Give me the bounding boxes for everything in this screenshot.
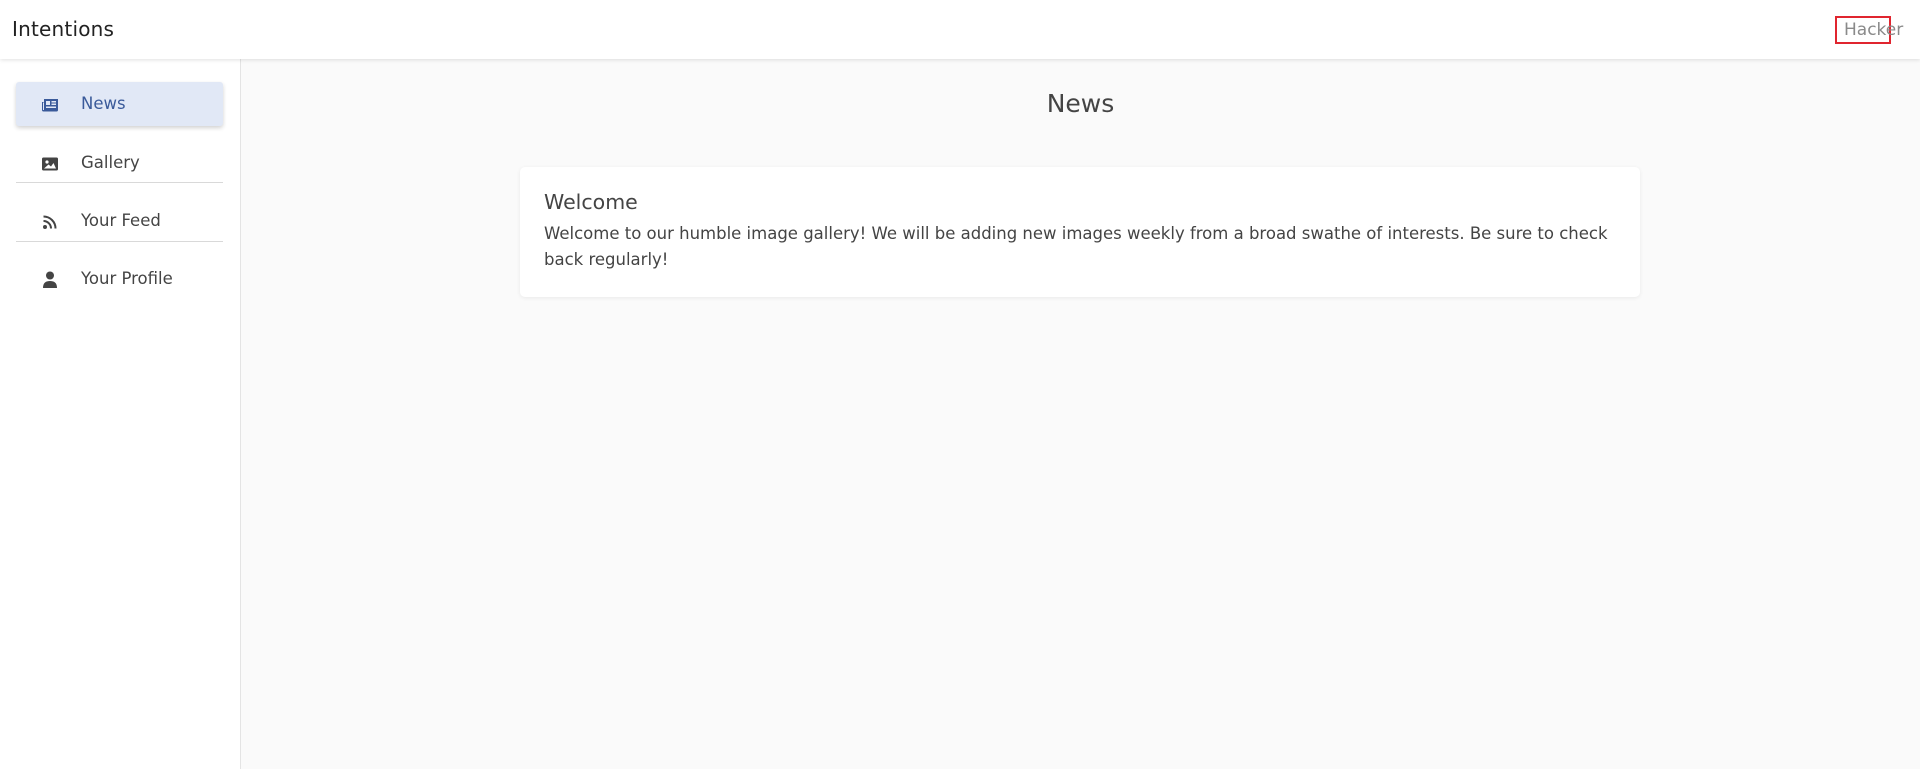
page-title: News [1046,89,1115,118]
newspaper-icon [41,96,59,114]
sidebar-item-label: Your Feed [81,211,161,230]
sidebar: News Gallery Your Feed Your Profile [0,59,241,769]
sidebar-divider [16,241,223,242]
sidebar-item-your-profile[interactable]: Your Profile [16,257,223,301]
top-bar: Intentions Hacker [0,0,1920,59]
sidebar-item-gallery[interactable]: Gallery [16,141,223,185]
news-card-body: Welcome to our humble image gallery! We … [544,224,1608,269]
sidebar-item-label: Your Profile [81,269,173,288]
sidebar-item-label: News [81,94,126,113]
sidebar-item-news[interactable]: News [16,82,223,126]
rss-icon [41,213,59,231]
app-title[interactable]: Intentions [12,17,114,41]
news-card-title: Welcome [544,190,638,214]
user-menu-link[interactable]: Hacker [1835,16,1903,44]
user-icon [41,271,59,289]
sidebar-item-your-feed[interactable]: Your Feed [16,199,223,243]
news-card: Welcome Welcome to our humble image gall… [520,167,1640,297]
image-icon [41,155,59,173]
sidebar-item-label: Gallery [81,153,140,172]
sidebar-divider [16,182,223,183]
